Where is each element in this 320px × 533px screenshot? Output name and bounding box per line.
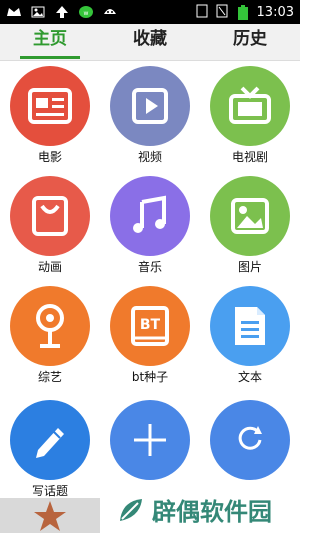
wechat-icon: w [78,4,94,20]
tile-pictures-label: 图片 [237,260,262,274]
tile-bt-label: bt种子 [131,370,169,384]
camera-stand-icon [36,304,64,348]
tile-write-topic-circle[interactable] [10,400,90,480]
newspaper-icon [28,88,72,124]
tile-add-circle[interactable] [110,400,190,480]
tab-home[interactable]: 主页 [0,24,100,60]
tile-animation-label: 动画 [37,260,62,274]
bottom-nav-favorites[interactable] [0,498,100,533]
tile-bt[interactable]: BT bt种子 [100,286,200,384]
tile-video-label: 视频 [137,150,162,164]
tile-pictures[interactable]: 图片 [200,176,300,274]
tile-text[interactable]: 文本 [200,286,300,384]
tab-favorites[interactable]: 收藏 [100,24,200,60]
tile-write-topic[interactable]: 写话题 [0,400,100,498]
watermark-text: 辟偶软件园 [152,498,272,526]
tile-music-label: 音乐 [137,260,162,274]
status-time: 13:03 [256,5,294,20]
star-icon [34,500,66,531]
svg-text:BT: BT [140,317,161,333]
tile-refresh-circle[interactable] [210,400,290,480]
crown-icon [6,4,22,20]
tile-video-circle[interactable] [110,66,190,146]
status-left-icons: w [6,4,118,20]
tile-video[interactable]: 视频 [100,66,200,164]
upload-arrow-icon [54,4,70,20]
tile-pictures-circle[interactable] [210,176,290,256]
tile-tvshow-circle[interactable] [210,66,290,146]
status-right: 13:03 [195,3,294,23]
tile-music[interactable]: 音乐 [100,176,200,274]
watermark: 辟偶软件园 [116,492,272,527]
tile-tvshow[interactable]: 电视剧 [200,66,300,164]
status-bar: w 13:03 [0,0,300,24]
bag-icon [32,196,68,236]
tile-text-circle[interactable] [210,286,290,366]
leaf-logo-icon [120,498,142,521]
image-icon [231,198,269,234]
tile-tvshow-label: 电视剧 [231,150,268,164]
svg-text:w: w [84,10,89,17]
tile-movie-circle[interactable] [10,66,90,146]
tile-bt-circle[interactable]: BT [110,286,190,366]
music-note-icon [133,195,166,233]
nosignal-icon [215,3,229,23]
android-icon [102,4,118,20]
plus-icon [134,424,166,456]
sim-icon [195,3,209,23]
document-icon [235,307,265,345]
refresh-icon [238,426,262,450]
tile-variety-circle[interactable] [10,286,90,366]
image-icon [30,4,46,20]
tile-text-label: 文本 [237,370,262,384]
tab-bar: 主页 收藏 历史 [0,24,300,61]
tile-add[interactable] [100,400,200,480]
tile-music-circle[interactable] [110,176,190,256]
tile-animation-circle[interactable] [10,176,90,256]
tab-history[interactable]: 历史 [200,24,300,60]
tile-variety[interactable]: 综艺 [0,286,100,384]
tile-movie[interactable]: 电影 [0,66,100,164]
tile-animation[interactable]: 动画 [0,176,100,274]
tv-icon [229,86,271,124]
bt-book-icon: BT [131,306,169,346]
tile-movie-label: 电影 [37,150,62,164]
tile-refresh[interactable] [200,400,300,480]
video-player-icon [132,88,168,124]
tile-write-topic-label: 写话题 [31,484,68,498]
pencil-icon [36,428,64,458]
tile-variety-label: 综艺 [37,370,62,384]
battery-icon [235,5,251,21]
